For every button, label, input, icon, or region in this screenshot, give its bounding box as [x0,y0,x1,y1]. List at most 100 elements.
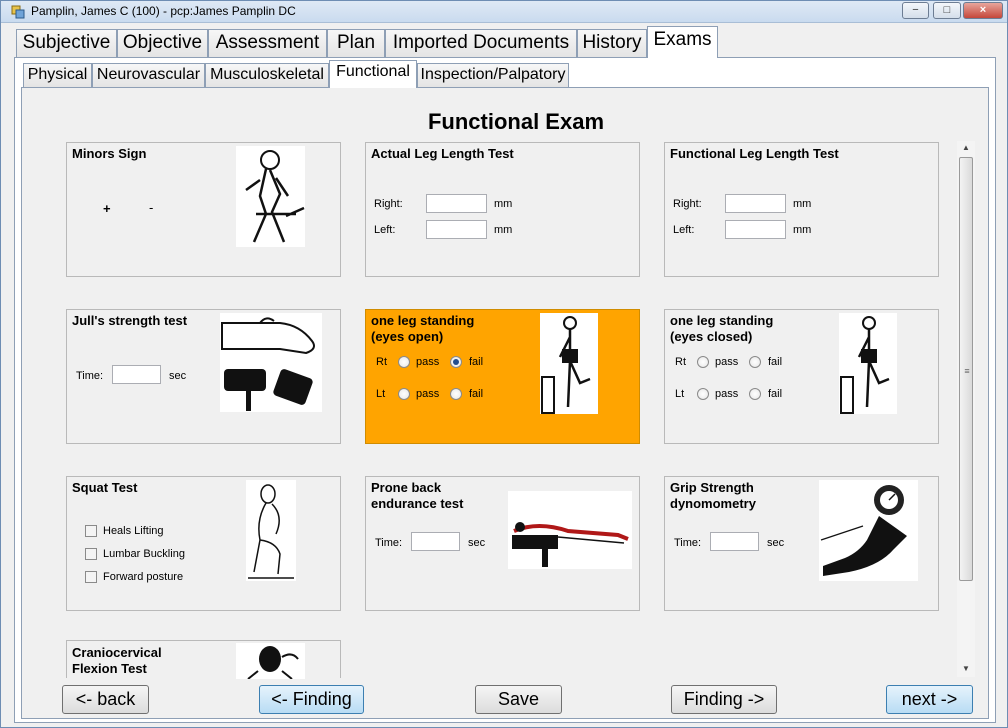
left-input[interactable] [725,220,786,239]
card-title-line2: Flexion Test [72,661,147,676]
rt-pass-radio[interactable] [697,356,709,368]
lt-pass-radio[interactable] [697,388,709,400]
scroll-grip-icon: ≡ [964,366,970,376]
tab-musculoskeletal[interactable]: Musculoskeletal [205,63,329,87]
card-title-line1: Prone back [371,480,442,495]
card-title-line2: (eyes closed) [670,329,753,344]
card-title: Minors Sign [72,146,147,161]
minimize-button[interactable]: − [902,2,929,19]
left-input[interactable] [426,220,487,239]
close-button[interactable]: × [963,2,1003,19]
squat-figure-icon [246,480,296,581]
card-title: Craniocervical Flexion Test [72,645,162,677]
fail-label: fail [469,356,484,368]
next-finding-button[interactable]: Finding -> [671,685,777,714]
next-button[interactable]: next -> [886,685,973,714]
right-input[interactable] [426,194,487,213]
tab-inspection-palpatory[interactable]: Inspection/Palpatory [417,63,569,87]
previous-finding-button[interactable]: <- Finding [259,685,364,714]
lt-fail-radio[interactable] [749,388,761,400]
card-title-line2: dynomometry [670,496,756,511]
forward-posture-label: Forward posture [103,571,184,583]
back-button[interactable]: <- back [62,685,149,714]
rt-pass-radio[interactable] [398,356,410,368]
scroll-up-arrow[interactable]: ▲ [957,141,975,155]
tab-physical[interactable]: Physical [23,63,92,87]
card-functional-leg-length: Functional Leg Length Test Right: mm Lef… [664,142,939,277]
save-button[interactable]: Save [475,685,562,714]
fail-label: fail [469,388,484,400]
title-bar: Pamplin, James C (100) - pcp:James Pampl… [1,1,1007,23]
dynamometer-icon [819,480,918,581]
lumbar-buckling-checkbox[interactable] [85,548,97,560]
card-title-line2: endurance test [371,496,464,511]
right-label: Right: [673,198,702,210]
right-label: Right: [374,198,403,210]
time-label: Time: [375,537,403,549]
tab-neurovascular[interactable]: Neurovascular [92,63,205,87]
tab-assessment[interactable]: Assessment [208,29,327,57]
card-one-leg-open: one leg standing (eyes open) Rt pass fail… [365,309,640,444]
rt-fail-radio[interactable] [749,356,761,368]
tab-functional[interactable]: Functional [329,60,417,88]
card-title-line1: one leg standing [670,313,774,328]
pass-label: pass [416,388,440,400]
page-title: Functional Exam [427,109,605,134]
card-jull-strength: Jull's strength test Time: sec [66,309,341,444]
lt-label: Lt [675,388,685,400]
plus-option[interactable]: + [103,201,111,216]
maximize-button[interactable]: □ [933,2,961,19]
unit-label: mm [494,198,513,210]
lt-fail-radio[interactable] [450,388,462,400]
fail-label: fail [768,356,783,368]
tab-history[interactable]: History [577,29,647,57]
heals-lifting-label: Heals Lifting [103,525,164,537]
craniocervical-figure-icon [236,643,305,679]
time-input[interactable] [112,365,161,384]
tab-exams[interactable]: Exams [647,26,718,58]
fail-label: fail [768,388,783,400]
scroll-down-arrow[interactable]: ▼ [957,662,975,676]
time-input[interactable] [411,532,460,551]
tab-objective[interactable]: Objective [117,29,208,57]
card-title: Grip Strength dynomometry [670,480,756,512]
card-title: Squat Test [72,480,138,495]
vertical-scrollbar[interactable]: ▲ ≡ ▼ [957,141,975,677]
lumbar-buckling-label: Lumbar Buckling [103,548,185,560]
tab-strip-line [14,57,996,58]
time-label: Time: [76,370,104,382]
unit-label: mm [793,198,812,210]
lt-pass-radio[interactable] [398,388,410,400]
card-title: Jull's strength test [72,313,188,328]
unit-label: sec [169,370,187,382]
tab-imported-documents[interactable]: Imported Documents [385,29,577,57]
heals-lifting-checkbox[interactable] [85,525,97,537]
card-title-line1: Grip Strength [670,480,754,495]
card-title: Functional Leg Length Test [670,146,839,161]
left-label: Left: [374,224,396,236]
card-title-line2: (eyes open) [371,329,444,344]
rt-label: Rt [376,356,387,368]
card-actual-leg-length: Actual Leg Length Test Right: mm Left: m… [365,142,640,277]
forward-posture-checkbox[interactable] [85,571,97,583]
right-input[interactable] [725,194,786,213]
one-leg-stand-icon [839,313,897,414]
pass-label: pass [715,356,739,368]
minus-option[interactable]: - [149,200,153,215]
scroll-thumb[interactable]: ≡ [959,157,973,581]
unit-label: mm [793,224,812,236]
time-input[interactable] [710,532,759,551]
card-title-line1: one leg standing [371,313,475,328]
app-window: Pamplin, James C (100) - pcp:James Pampl… [0,0,1008,728]
one-leg-stand-icon [540,313,598,414]
unit-label: sec [468,537,486,549]
rt-fail-radio[interactable] [450,356,462,368]
time-label: Time: [674,537,702,549]
card-title-line1: Craniocervical [72,645,162,660]
pass-label: pass [416,356,440,368]
card-title: Actual Leg Length Test [371,146,514,161]
card-squat-test: Squat Test Heals Lifting Lumbar Buckling… [66,476,341,611]
tab-subjective[interactable]: Subjective [16,29,117,57]
tab-plan[interactable]: Plan [327,29,385,57]
lt-label: Lt [376,388,386,400]
